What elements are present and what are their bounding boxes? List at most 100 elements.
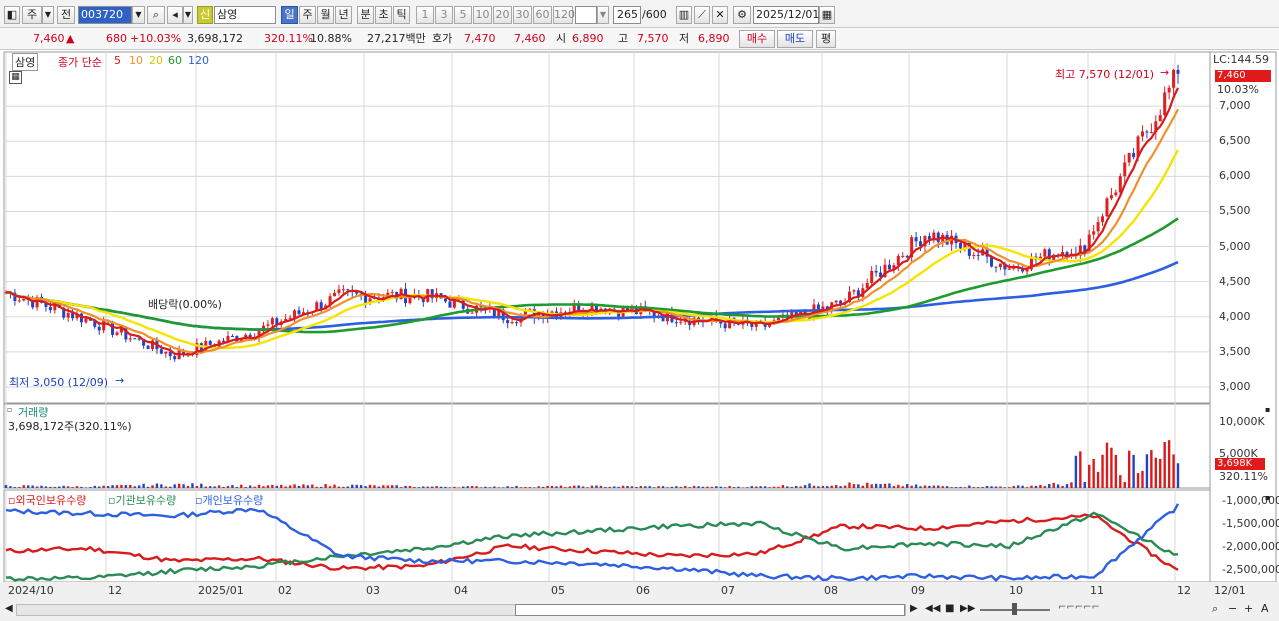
volume-bar [408,485,412,488]
interval-dropdown-icon[interactable]: ▼ [597,6,609,24]
eval-button[interactable]: 평 [816,30,836,48]
speaker-dropdown-icon[interactable]: ▼ [183,6,193,24]
date-input[interactable]: 2025/12/01 [753,6,819,24]
calendar-icon[interactable]: ▦ [819,6,835,24]
volume-bar [462,486,465,488]
candle-body [1109,195,1113,199]
interval-5[interactable]: 5 [454,6,472,24]
interval-30[interactable]: 30 [513,6,532,24]
tab-second[interactable]: 초 [375,6,392,24]
forward-icon[interactable]: ▶▶ [960,603,975,614]
volume-bar [288,485,292,488]
x-tick-4: 03 [366,584,380,597]
tab-tick[interactable]: 틱 [393,6,410,24]
zoom-slider-handle[interactable] [1012,603,1017,615]
stock-code-input[interactable]: 003720 [78,6,132,24]
volume-bar [777,486,780,488]
candle-body [1101,216,1105,223]
volume-bar [1048,483,1051,488]
candle-body [444,298,447,302]
tab-week[interactable]: 주 [299,6,316,24]
candle-body [84,318,88,323]
holding-tick-4: -2,500,000 [1222,563,1279,576]
plus-icon[interactable]: + [1244,602,1253,615]
volume-bar [861,485,865,488]
candle-body [102,320,106,331]
interval-3[interactable]: 3 [435,6,453,24]
scrollbar-thumb[interactable] [515,604,905,616]
tab-day[interactable]: 일 [281,6,298,24]
tool-line-icon[interactable]: ⟋ [694,6,710,24]
candle-body [1140,131,1144,137]
volume-bar [626,486,629,488]
holding-close-icon[interactable]: ▪ [1265,493,1270,502]
tool-crosshair-icon[interactable]: ✕ [712,6,728,24]
settings-icon[interactable]: ⚙ [733,6,751,24]
ma-60-label: 60 [168,54,182,67]
volume-bar [555,486,558,488]
volume-bar [204,486,207,488]
interval-120[interactable]: 120 [553,6,575,24]
candle-body [128,338,132,340]
volume-bar [808,483,811,488]
interval-60[interactable]: 60 [533,6,552,24]
tab-month[interactable]: 월 [317,6,334,24]
font-size-icon[interactable]: A [1261,602,1269,615]
code-dropdown-icon[interactable]: ▼ [132,6,145,24]
drawing-tools-icon[interactable]: ⌐⌐⌐⌐⌐ [1058,602,1100,613]
sell-button[interactable]: 매도 [777,30,813,48]
search-icon[interactable]: ⌕ [147,6,165,24]
scroll-right-icon[interactable]: ▶ [910,603,918,614]
volume-close-icon[interactable]: ▪ [1265,405,1270,414]
volume-bar [40,485,43,488]
speaker-icon[interactable]: ◂ [167,6,183,24]
credit-badge: 신 [197,6,213,24]
prev-button[interactable]: 전 [57,6,75,24]
scroll-left-icon[interactable]: ◀ [5,603,13,614]
candle-body [905,255,909,258]
count-input[interactable]: 265 [613,6,641,24]
period-dropdown-icon[interactable]: ▼ [42,6,54,24]
buy-button[interactable]: 매수 [739,30,775,48]
volume-bar [200,483,203,488]
volume-bar [346,486,350,488]
volume-bar [830,485,833,488]
chart-canvas[interactable] [0,51,1279,621]
lc-label: LC:144.59 [1213,53,1270,66]
volume-bar [351,484,354,488]
holding-tick-2: -1,500,000 [1222,517,1279,530]
volume-bar [1043,486,1047,488]
volume-bar [479,487,483,488]
chart-layout-icon[interactable]: ◧ [4,6,20,24]
volume-bar [89,487,92,488]
volume-bar [502,487,505,488]
interval-20[interactable]: 20 [493,6,512,24]
grid-toggle-icon[interactable]: ▦ [9,71,22,84]
volume-bar [448,487,452,488]
period-select[interactable]: 주 [22,6,42,24]
volume-bar [781,485,785,488]
volume-bar [1088,464,1091,488]
volume-bar [226,485,230,488]
volume-bar [439,486,443,488]
volume-bar [595,485,598,488]
volume-bar [1150,450,1153,488]
ma-120-label: 120 [188,54,209,67]
volume-bar [719,486,722,488]
volume-bar [1119,475,1122,488]
tab-year[interactable]: 년 [335,6,352,24]
interval-1[interactable]: 1 [416,6,434,24]
volume-bar [399,487,403,488]
zoom-in-icon[interactable]: ⌕ [1212,602,1218,616]
volume-bar [879,484,882,488]
candle-body [994,266,998,268]
volume-bar [1092,458,1095,488]
stop-icon[interactable]: ■ [945,603,954,614]
volume-bar [746,487,749,488]
interval-custom-input[interactable] [575,6,597,24]
tab-minute[interactable]: 분 [357,6,374,24]
candle-type-icon[interactable]: ▥ [676,6,692,24]
interval-10[interactable]: 10 [473,6,492,24]
rewind-icon[interactable]: ◀◀ [925,603,940,614]
minus-icon[interactable]: − [1228,602,1237,615]
